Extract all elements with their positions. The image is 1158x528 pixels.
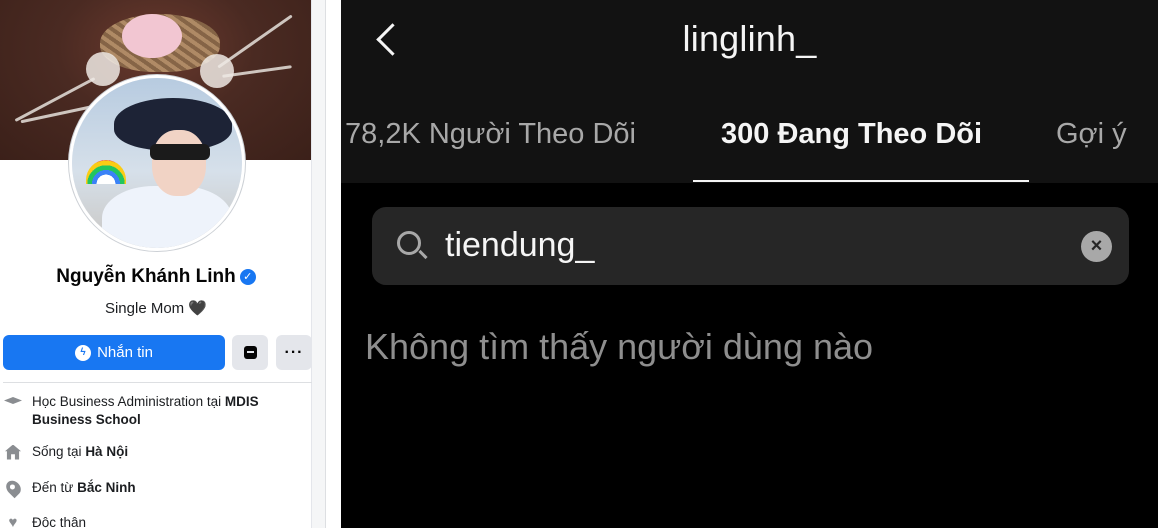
instagram-following-panel: linglinh_ 78,2K Người Theo Dõi 300 Đang … <box>341 0 1158 528</box>
education-prefix: Học Business Administration tại <box>32 394 222 409</box>
graduation-cap-icon <box>4 397 22 404</box>
tab-followers[interactable]: 78,2K Người Theo Dõi <box>345 118 636 151</box>
intro-from: Đến từ Bắc Ninh <box>2 477 308 499</box>
search-icon <box>397 231 421 255</box>
lives-city-link[interactable]: Hà Nội <box>85 444 128 459</box>
message-button[interactable]: ϟ Nhắn tin <box>3 335 225 370</box>
location-pin-icon <box>2 477 24 499</box>
lives-prefix: Sống tại <box>32 444 82 459</box>
profile-name-text: Nguyễn Khánh Linh <box>56 266 236 287</box>
profile-bio: Single Mom 🖤 <box>104 300 208 317</box>
username-title: linglinh_ <box>682 18 817 59</box>
intro-education: Học Business Administration tại MDIS Bus… <box>3 393 308 429</box>
message-button-label: Nhắn tin <box>97 344 153 361</box>
tab-following[interactable]: 300 Đang Theo Dõi <box>721 118 982 151</box>
box-button[interactable] <box>232 335 268 370</box>
page-scrollbar[interactable] <box>311 0 325 528</box>
intro-lives-in: Sống tại Hà Nội <box>3 443 308 461</box>
more-options-button[interactable]: ··· <box>276 335 312 370</box>
baby-decoration <box>122 14 182 58</box>
heart-icon: ♥ <box>8 514 18 528</box>
intro-relationship: ♥ Độc thân <box>3 514 308 528</box>
tab-suggested[interactable]: Gợi ý <box>1056 118 1127 151</box>
search-input[interactable] <box>445 224 1065 266</box>
home-icon <box>5 444 21 460</box>
profile-avatar[interactable] <box>69 75 245 251</box>
clear-icon[interactable]: × <box>1081 231 1112 262</box>
box-icon <box>243 346 257 359</box>
profile-name: Nguyễn Khánh Linh ✓ <box>0 266 312 288</box>
relationship-text: Độc thân <box>32 515 87 528</box>
from-prefix: Đến từ <box>32 480 74 495</box>
active-tab-indicator <box>693 180 1029 182</box>
from-city-link[interactable]: Bắc Ninh <box>77 480 136 495</box>
facebook-profile-panel: Nguyễn Khánh Linh ✓ Single Mom 🖤 ϟ Nhắn t… <box>0 0 326 528</box>
verified-badge-icon: ✓ <box>239 269 256 285</box>
instagram-header: linglinh_ 78,2K Người Theo Dõi 300 Đang … <box>341 0 1158 183</box>
no-results-message: Không tìm thấy người dùng nào <box>365 326 874 367</box>
messenger-icon: ϟ <box>75 344 92 361</box>
search-bar[interactable]: × <box>372 207 1129 285</box>
section-divider <box>3 382 312 383</box>
